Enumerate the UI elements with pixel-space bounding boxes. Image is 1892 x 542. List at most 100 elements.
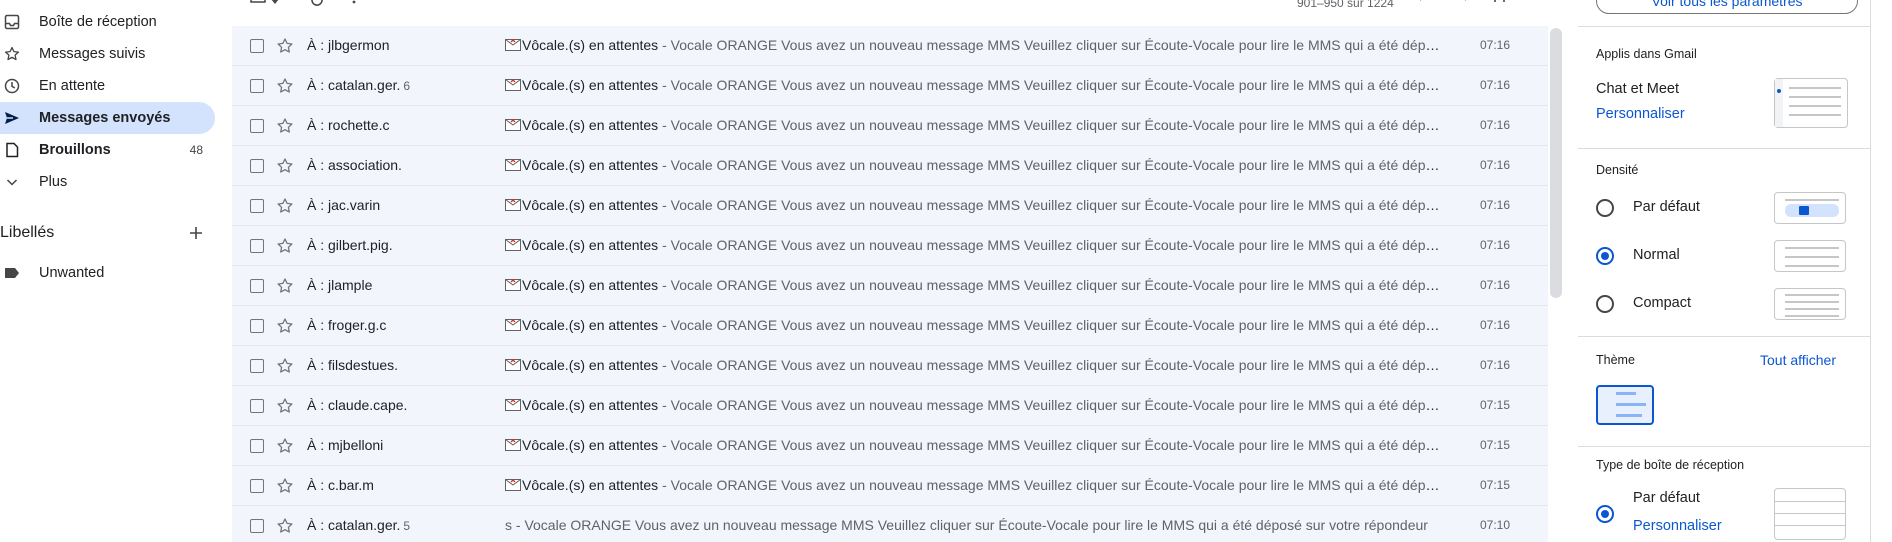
- star-icon[interactable]: [276, 477, 294, 495]
- table-row[interactable]: À : jlample Vôcale.(s) en attentes - Voca…: [232, 266, 1548, 306]
- density-normal-radio[interactable]: [1596, 247, 1614, 265]
- star-icon[interactable]: [276, 517, 294, 535]
- refresh-icon[interactable]: [309, 0, 325, 8]
- select-all-checkbox[interactable]: [250, 0, 266, 4]
- more-vert-icon[interactable]: [352, 0, 356, 6]
- subject: Vôcale.(s) en attentes: [522, 157, 659, 173]
- table-row[interactable]: À : jlbgermon Vôcale.(s) en attentes - Vo…: [232, 26, 1548, 66]
- timestamp: 07:15: [1479, 478, 1510, 492]
- row-checkbox[interactable]: [250, 119, 264, 133]
- sidebar-item-more[interactable]: Plus: [0, 166, 215, 198]
- row-checkbox[interactable]: [250, 399, 264, 413]
- theme-see-all-link[interactable]: Tout afficher: [1760, 352, 1836, 368]
- star-icon[interactable]: [276, 357, 294, 375]
- message-preview: s - Vocale ORANGE Vous avez un nouveau m…: [505, 517, 1445, 533]
- table-row[interactable]: À : catalan.ger. 6 Vôcale.(s) en attentes …: [232, 66, 1548, 106]
- sidebar-item-inbox[interactable]: Boîte de réception: [0, 6, 215, 38]
- caret-down-icon[interactable]: [271, 0, 279, 5]
- sidebar-item-starred[interactable]: Messages suivis: [0, 38, 215, 70]
- envelope-icon: [505, 399, 521, 411]
- star-icon[interactable]: [276, 437, 294, 455]
- table-row[interactable]: À : mjbelloni Vôcale.(s) en attentes - Vo…: [232, 426, 1548, 466]
- sidebar-item-drafts[interactable]: Brouillons 48: [0, 134, 215, 166]
- density-compact-preview: [1774, 288, 1846, 320]
- message-preview: Vôcale.(s) en attentes - Vocale ORANGE V…: [505, 117, 1445, 133]
- row-checkbox[interactable]: [250, 319, 264, 333]
- message-list: À : jlbgermon Vôcale.(s) en attentes - Vo…: [232, 26, 1548, 542]
- chevron-left-icon[interactable]: [1418, 0, 1428, 5]
- row-checkbox[interactable]: [250, 39, 264, 53]
- table-row[interactable]: À : filsdestues. Vôcale.(s) en attentes -…: [232, 346, 1548, 386]
- sidebar-item-label: En attente: [39, 78, 106, 94]
- message-preview: Vôcale.(s) en attentes - Vocale ORANGE V…: [505, 197, 1445, 213]
- inbox-type-customize-link[interactable]: Personnaliser: [1633, 518, 1722, 534]
- star-icon[interactable]: [276, 37, 294, 55]
- snippet: - Vocale ORANGE Vous avez un nouveau mes…: [662, 277, 1445, 293]
- star-icon[interactable]: [276, 237, 294, 255]
- sidebar-item-label: Messages envoyés: [39, 110, 171, 126]
- timestamp: 07:15: [1479, 438, 1510, 452]
- inbox-type-title: Type de boîte de réception: [1596, 458, 1745, 472]
- star-icon[interactable]: [276, 77, 294, 95]
- sidebar-item-sent[interactable]: Messages envoyés: [0, 102, 215, 134]
- table-row[interactable]: À : jac.varin Vôcale.(s) en attentes - Vo…: [232, 186, 1548, 226]
- density-compact-radio[interactable]: [1596, 295, 1614, 313]
- row-checkbox[interactable]: [250, 79, 264, 93]
- apps-customize-link[interactable]: Personnaliser: [1596, 106, 1685, 122]
- sidebar-item-label: Messages suivis: [39, 46, 146, 62]
- sidebar-label-unwanted[interactable]: Unwanted: [0, 262, 215, 286]
- snippet: - Vocale ORANGE Vous avez un nouveau mes…: [662, 117, 1445, 133]
- sidebar-label-text: Unwanted: [39, 265, 105, 281]
- row-checkbox[interactable]: [250, 439, 264, 453]
- row-checkbox[interactable]: [250, 239, 264, 253]
- row-checkbox[interactable]: [250, 479, 264, 493]
- subject: Vôcale.(s) en attentes: [522, 37, 659, 53]
- timestamp: 07:16: [1479, 358, 1510, 372]
- thread-count: 6: [403, 79, 411, 93]
- envelope-icon: [505, 319, 521, 331]
- input-tools-icon[interactable]: [1494, 0, 1524, 4]
- thread-count: 5: [403, 519, 411, 533]
- table-row[interactable]: À : association. Vôcale.(s) en attentes -…: [232, 146, 1548, 186]
- inbox-type-default-radio[interactable]: [1596, 505, 1614, 523]
- star-icon[interactable]: [276, 397, 294, 415]
- sidebar-item-snoozed[interactable]: En attente: [0, 70, 215, 102]
- recipient: À : association.: [307, 157, 402, 173]
- recipient: À : gilbert.pig.: [307, 237, 393, 253]
- table-row[interactable]: À : rochette.c Vôcale.(s) en attentes - V…: [232, 106, 1548, 146]
- snippet: s - Vocale ORANGE Vous avez un nouveau m…: [505, 517, 1428, 533]
- star-icon[interactable]: [276, 277, 294, 295]
- density-normal-preview: [1774, 240, 1846, 272]
- timestamp: 07:15: [1479, 398, 1510, 412]
- star-icon[interactable]: [276, 317, 294, 335]
- theme-preview-thumbnail[interactable]: [1596, 385, 1654, 425]
- envelope-icon: [505, 39, 521, 51]
- divider: [1578, 336, 1870, 337]
- subject: Vôcale.(s) en attentes: [522, 437, 659, 453]
- row-checkbox[interactable]: [250, 359, 264, 373]
- star-icon[interactable]: [276, 197, 294, 215]
- message-preview: Vôcale.(s) en attentes - Vocale ORANGE V…: [505, 37, 1445, 53]
- scrollbar[interactable]: [1550, 28, 1562, 298]
- list-toolbar: 901–950 sur 1224: [232, 0, 1548, 26]
- star-icon[interactable]: [276, 157, 294, 175]
- plus-icon[interactable]: [187, 224, 205, 242]
- density-default-preview: [1774, 192, 1846, 224]
- table-row[interactable]: À : claude.cape. Vôcale.(s) en attentes -…: [232, 386, 1548, 426]
- table-row[interactable]: À : catalan.ger. 5 s - Vocale ORANGE Vous …: [232, 506, 1548, 542]
- table-row[interactable]: À : gilbert.pig. Vôcale.(s) en attentes -…: [232, 226, 1548, 266]
- envelope-icon: [505, 119, 521, 131]
- subject: Vôcale.(s) en attentes: [522, 197, 659, 213]
- see-all-settings-button[interactable]: Voir tous les paramètres: [1596, 0, 1858, 14]
- chevron-right-icon[interactable]: [1458, 0, 1468, 5]
- star-icon[interactable]: [276, 117, 294, 135]
- row-checkbox[interactable]: [250, 279, 264, 293]
- table-row[interactable]: À : froger.g.c Vôcale.(s) en attentes - V…: [232, 306, 1548, 346]
- table-row[interactable]: À : c.bar.m Vôcale.(s) en attentes - Voca…: [232, 466, 1548, 506]
- message-preview: Vôcale.(s) en attentes - Vocale ORANGE V…: [505, 277, 1445, 293]
- row-checkbox[interactable]: [250, 519, 264, 533]
- envelope-icon: [505, 159, 521, 171]
- row-checkbox[interactable]: [250, 159, 264, 173]
- density-default-radio[interactable]: [1596, 199, 1614, 217]
- row-checkbox[interactable]: [250, 199, 264, 213]
